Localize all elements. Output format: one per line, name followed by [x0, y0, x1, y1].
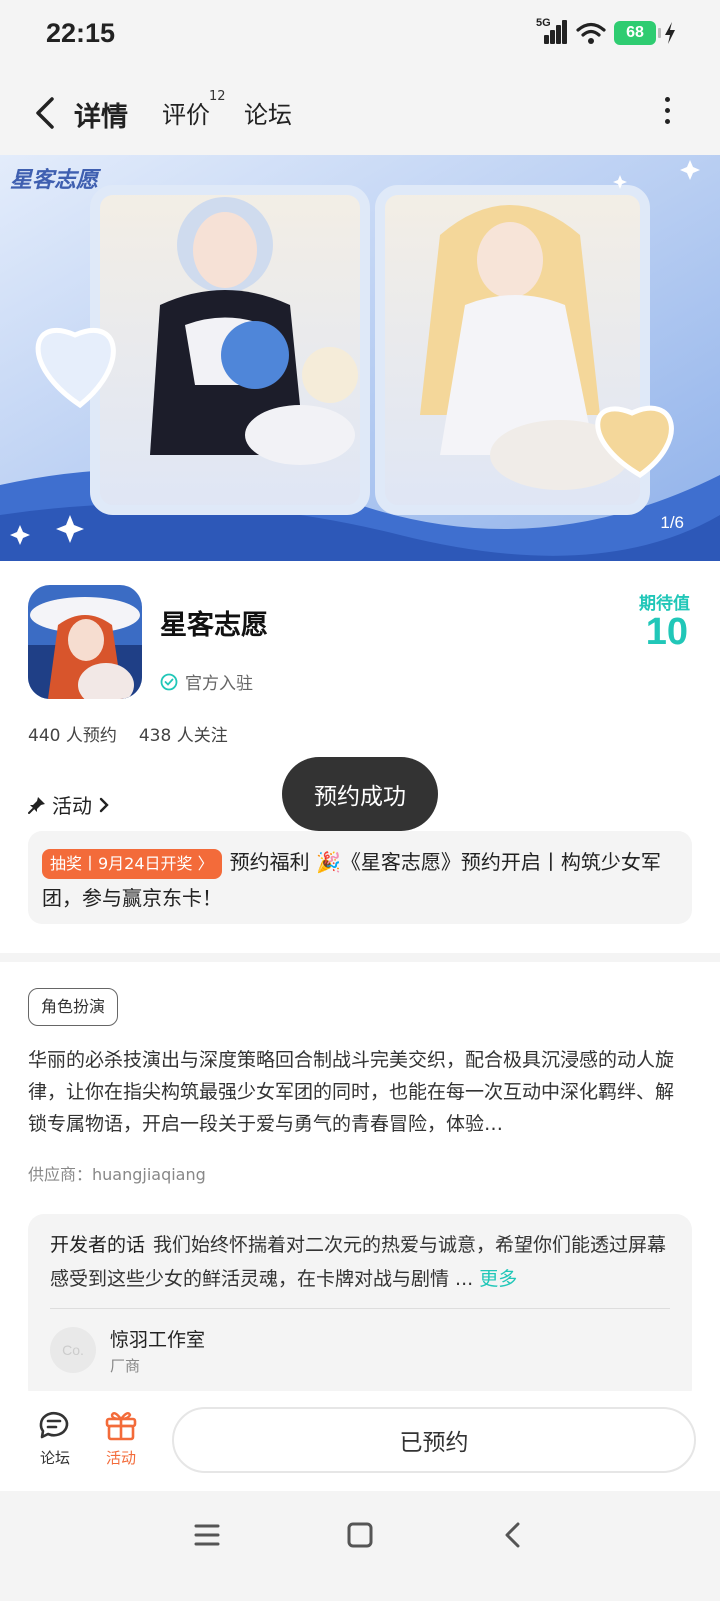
developer-note: 开发者的话 我们始终怀揣着对二次元的热爱与诚意，希望你们能透过屏幕感受到这些少女的… [50, 1228, 670, 1296]
section-divider [0, 953, 720, 962]
details-content: 星客志愿 官方入驻 期待值 10 440 人预约 438 人关注 活动 抽奖丨9… [0, 561, 720, 1391]
chevron-right-icon [99, 797, 109, 812]
banner-artwork: 星客志愿 [0, 155, 720, 561]
tab-forum[interactable]: 论坛 [244, 95, 292, 130]
reservation-count: 440 人预约 [28, 726, 117, 746]
lottery-tag[interactable]: 抽奖丨9月24日开奖 〉 [42, 848, 222, 879]
back-arrow-icon[interactable] [28, 93, 68, 133]
app-title: 星客志愿 [160, 610, 268, 641]
app-stats: 440 人预约 438 人关注 [28, 721, 228, 746]
follower-count: 438 人关注 [138, 726, 228, 746]
wifi-icon [576, 22, 606, 44]
status-time: 22:15 [46, 18, 116, 48]
battery-icon: 68 [614, 21, 661, 45]
forum-label: 论坛 [39, 1449, 70, 1467]
studio-info[interactable]: Co. 惊羽工作室 厂商 [50, 1309, 670, 1389]
reserved-button[interactable]: 已预约 [172, 1407, 696, 1473]
studio-name: 惊羽工作室 [110, 1329, 206, 1351]
tab-details[interactable]: 详情 [72, 95, 130, 134]
expectation-value: 10 [645, 611, 688, 653]
image-counter: 1/6 [660, 513, 684, 532]
activity-header[interactable]: 活动 [28, 790, 110, 819]
cellular-signal-icon: 5G [536, 17, 568, 46]
verified-label: 官方入驻 [185, 674, 253, 694]
banner-logo-text: 星客志愿 [10, 167, 102, 193]
top-nav: 详情 评价 12 论坛 [0, 75, 720, 155]
bottom-action-bar: 论坛 活动 已预约 [0, 1391, 720, 1491]
pin-icon [28, 796, 45, 814]
tab-reviews[interactable]: 评价 [162, 95, 210, 130]
developer-note-card: 开发者的话 我们始终怀揣着对二次元的热爱与诚意，希望你们能透过屏幕感受到这些少女的… [28, 1214, 692, 1391]
toast-message: 预约成功 [282, 757, 438, 831]
app-icon [28, 585, 142, 699]
activity-header-label: 活动 [52, 794, 92, 818]
supplier-label: 供应商：huangjiaqiang [28, 1165, 206, 1184]
game-description: 华丽的必杀技演出与深度策略回合制战斗完美交织，配合极具沉浸感的动人旋律，让你在指… [28, 1049, 675, 1135]
more-link[interactable]: 更多 [479, 1268, 517, 1290]
activity-label: 活动 [105, 1449, 136, 1467]
studio-role: 厂商 [110, 1357, 141, 1375]
verified-check-icon [160, 673, 178, 690]
reviews-count-badge: 12 [209, 89, 226, 104]
status-bar: 22:15 5G 68 [0, 0, 720, 75]
studio-avatar: Co. [50, 1327, 96, 1373]
status-icons: 5G 68 [536, 17, 676, 46]
gift-icon [105, 1412, 137, 1441]
menu-icon[interactable] [193, 1521, 221, 1549]
activity-card[interactable]: 抽奖丨9月24日开奖 〉预约福利 🎉《星客志愿》预约开启丨构筑少女军团，参与赢京… [28, 831, 692, 924]
charging-icon [665, 22, 675, 44]
chat-bubble-icon [39, 1411, 69, 1439]
official-verified: 官方入驻 [160, 669, 253, 694]
developer-note-title: 开发者的话 [50, 1234, 146, 1256]
forum-shortcut[interactable]: 论坛 [30, 1409, 80, 1468]
banner-carousel[interactable]: 星客志愿 1/6 [0, 155, 720, 561]
back-icon[interactable] [500, 1521, 528, 1549]
activity-shortcut[interactable]: 活动 [96, 1409, 146, 1468]
more-options-icon[interactable] [662, 97, 672, 131]
network-type: 5G [536, 17, 551, 29]
genre-tag[interactable]: 角色扮演 [28, 988, 119, 1026]
home-icon[interactable] [346, 1521, 374, 1549]
system-navigation-bar [0, 1491, 720, 1601]
